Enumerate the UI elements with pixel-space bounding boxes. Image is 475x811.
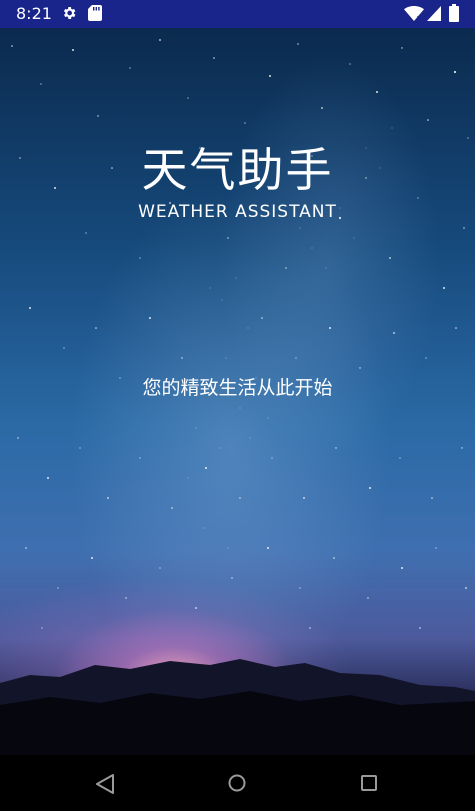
home-icon[interactable] [228, 774, 246, 792]
navigation-bar [0, 755, 475, 811]
svg-text:x: x [417, 15, 421, 22]
wifi-icon: x [404, 6, 424, 21]
status-time: 8:21 [16, 4, 52, 23]
mountain-silhouette [0, 659, 475, 755]
status-bar: 8:21 x [0, 0, 475, 28]
app-subtitle: WEATHER ASSISTANT [138, 202, 337, 222]
signal-icon [427, 6, 441, 21]
splash-screen: 8:21 x 天气助手 WEATHER ASSISTANT 您的精致生活从此开始 [0, 0, 475, 811]
sd-card-icon [88, 5, 102, 21]
recents-icon[interactable] [361, 775, 377, 791]
app-title: 天气助手 [141, 143, 334, 197]
gear-icon [63, 7, 76, 19]
app-slogan: 您的精致生活从此开始 [142, 377, 333, 399]
back-icon[interactable] [96, 774, 114, 794]
battery-icon [449, 4, 459, 22]
